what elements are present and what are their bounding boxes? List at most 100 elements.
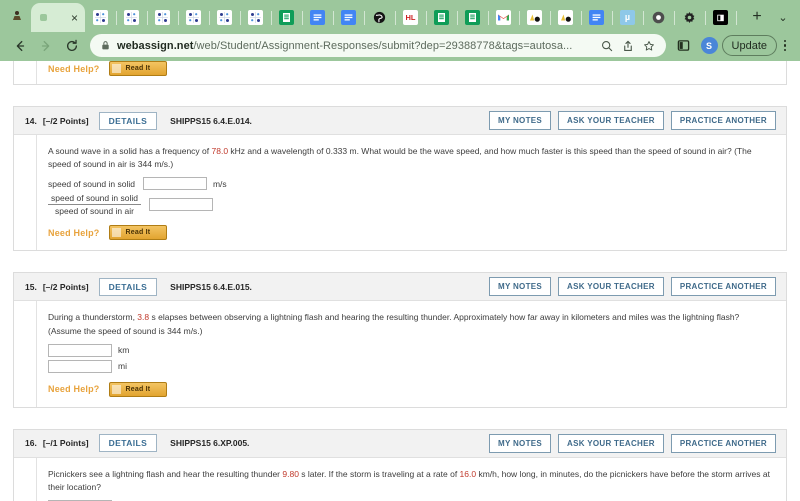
answer-row: mi [48, 359, 774, 373]
tab-docs-3[interactable] [581, 3, 612, 32]
url-text: webassign.net/web/Student/Assignment-Res… [117, 40, 595, 52]
grid-dots-icon [155, 10, 170, 25]
question-points: [–/2 Points] [42, 115, 89, 126]
details-button[interactable]: DETAILS [98, 111, 158, 130]
tab-quizlet-3[interactable] [147, 3, 178, 32]
page-content: Need Help? Read It 14. [–/2 Points] DETAIL… [0, 61, 800, 501]
sheets-icon [434, 10, 449, 25]
share-icon[interactable] [619, 37, 637, 55]
question-text-segment: s elapses between observing a lightning … [48, 312, 740, 336]
question-text-segment: Picnickers see a lightning flash and hea… [48, 468, 283, 479]
question-code: SHIPPS15 6.4.E.015. [170, 281, 252, 292]
question-header: 15. [–/2 Points] DETAILS SHIPPS15 6.4.E.015… [14, 273, 786, 302]
tab-globe[interactable] [364, 3, 395, 32]
need-help-row: Need Help? Read It [48, 225, 774, 241]
tab-math[interactable]: √ [736, 3, 744, 32]
url-path: /web/Student/Assignment-Responses/submit… [193, 39, 573, 52]
reload-icon[interactable] [59, 34, 85, 58]
search-icon[interactable] [598, 37, 616, 55]
question-code: SHIPPS15 6.XP.005. [170, 438, 250, 449]
sheets-icon [279, 10, 294, 25]
my-notes-button[interactable]: MY NOTES [489, 433, 552, 453]
tab-chart-1[interactable] [519, 3, 550, 32]
need-help-row: Need Help? Read It [48, 61, 774, 76]
read-it-button[interactable]: Read It [108, 381, 168, 397]
my-notes-button[interactable]: MY NOTES [489, 111, 552, 130]
question-card: 16. [–/1 Points] DETAILS SHIPPS15 6.XP.005.… [13, 428, 787, 501]
tab-quizlet-6[interactable] [240, 3, 271, 32]
question-text: Picnickers see a lightning flash and hea… [48, 468, 774, 494]
sheets-icon [465, 10, 480, 25]
avatar[interactable]: S [700, 37, 718, 54]
ask-your-teacher-button[interactable]: ASK YOUR TEACHER [558, 111, 664, 130]
answer-unit: mi [118, 361, 127, 372]
question-number: 14. [25, 115, 37, 126]
update-button[interactable]: Update [721, 35, 777, 56]
fraction-label: speed of sound in solid speed of sound in… [48, 193, 141, 216]
question-text: A sound wave in a solid has a frequency … [48, 145, 774, 171]
address-bar[interactable]: webassign.net/web/Student/Assignment-Res… [90, 34, 666, 57]
browser-chrome: × HL µ ◨ √ + ⌄ webassign.net/web/Student/As… [0, 0, 800, 61]
answer-input[interactable] [148, 198, 213, 212]
b-square-icon: ◨ [713, 10, 728, 25]
grid-dots-icon [124, 10, 139, 25]
tab-sheets-1[interactable] [271, 3, 302, 32]
answer-input[interactable] [142, 177, 207, 191]
forward-icon[interactable] [33, 34, 59, 58]
practice-another-button[interactable]: PRACTICE ANOTHER [670, 111, 776, 130]
docs-icon [341, 10, 356, 25]
question-body: Picnickers see a lightning flash and hea… [14, 457, 786, 501]
question-code: SHIPPS15 6.4.E.014. [170, 115, 252, 126]
side-panel-icon[interactable] [671, 34, 697, 58]
chart-icon [558, 10, 573, 25]
new-tab-button[interactable]: + [744, 4, 770, 30]
close-icon[interactable]: × [71, 12, 78, 24]
chevron-down-icon[interactable]: ⌄ [770, 4, 796, 30]
active-tab[interactable]: × [31, 3, 85, 32]
answer-unit: km [118, 345, 130, 356]
tab-chrome[interactable] [643, 3, 674, 32]
tab-quizlet-2[interactable] [116, 3, 147, 32]
tab-gmail[interactable] [488, 3, 519, 32]
tab-quizlet-1[interactable] [85, 3, 116, 32]
details-button[interactable]: DETAILS [98, 277, 158, 296]
tab-docs-2[interactable] [333, 3, 364, 32]
practice-another-button[interactable]: PRACTICE ANOTHER [670, 277, 776, 297]
my-notes-button[interactable]: MY NOTES [489, 277, 552, 297]
ask-your-teacher-button[interactable]: ASK YOUR TEACHER [558, 433, 664, 453]
read-it-button[interactable]: Read It [108, 225, 168, 241]
tab-settings[interactable] [674, 3, 705, 32]
tab-quizlet-5[interactable] [209, 3, 240, 32]
question-card: 14. [–/2 Points] DETAILS SHIPPS15 6.4.E.014… [13, 106, 787, 252]
tab-quizlet-4[interactable] [178, 3, 209, 32]
browser-menu-icon[interactable] [777, 39, 793, 52]
answer-input[interactable] [48, 359, 112, 373]
tab-hl[interactable]: HL [395, 3, 426, 32]
questions-list: 14. [–/2 Points] DETAILS SHIPPS15 6.4.E.014… [13, 106, 787, 501]
grid-dots-icon [93, 10, 108, 25]
tab-sheets-3[interactable] [457, 3, 488, 32]
bookmark-star-icon[interactable] [640, 37, 658, 55]
practice-another-button[interactable]: PRACTICE ANOTHER [670, 433, 776, 453]
profile-icon[interactable] [4, 3, 30, 29]
question-header: 16. [–/1 Points] DETAILS SHIPPS15 6.XP.005.… [14, 429, 786, 458]
tab-mu[interactable]: µ [612, 3, 643, 32]
read-it-button[interactable]: Read It [108, 61, 168, 76]
tab-sheets-2[interactable] [426, 3, 457, 32]
browser-toolbar: webassign.net/web/Student/Assignment-Res… [0, 32, 800, 61]
need-help-label: Need Help? [48, 227, 100, 238]
details-button[interactable]: DETAILS [98, 434, 158, 453]
question-card: 15. [–/2 Points] DETAILS SHIPPS15 6.4.E.015… [13, 272, 787, 408]
docs-icon [589, 10, 604, 25]
question-body: During a thunderstorm, 3.8 s elapses bet… [14, 301, 786, 408]
tab-chart-2[interactable] [550, 3, 581, 32]
tab-black[interactable]: ◨ [705, 3, 736, 32]
mu-icon: µ [620, 10, 635, 25]
answer-row: speed of sound in solid m/s [48, 177, 774, 191]
answer-label: speed of sound in solid [48, 178, 135, 189]
tab-docs-1[interactable] [302, 3, 333, 32]
question-text: During a thunderstorm, 3.8 s elapses bet… [48, 311, 774, 337]
answer-input[interactable] [48, 343, 112, 357]
back-icon[interactable] [7, 34, 33, 58]
ask-your-teacher-button[interactable]: ASK YOUR TEACHER [558, 277, 664, 297]
